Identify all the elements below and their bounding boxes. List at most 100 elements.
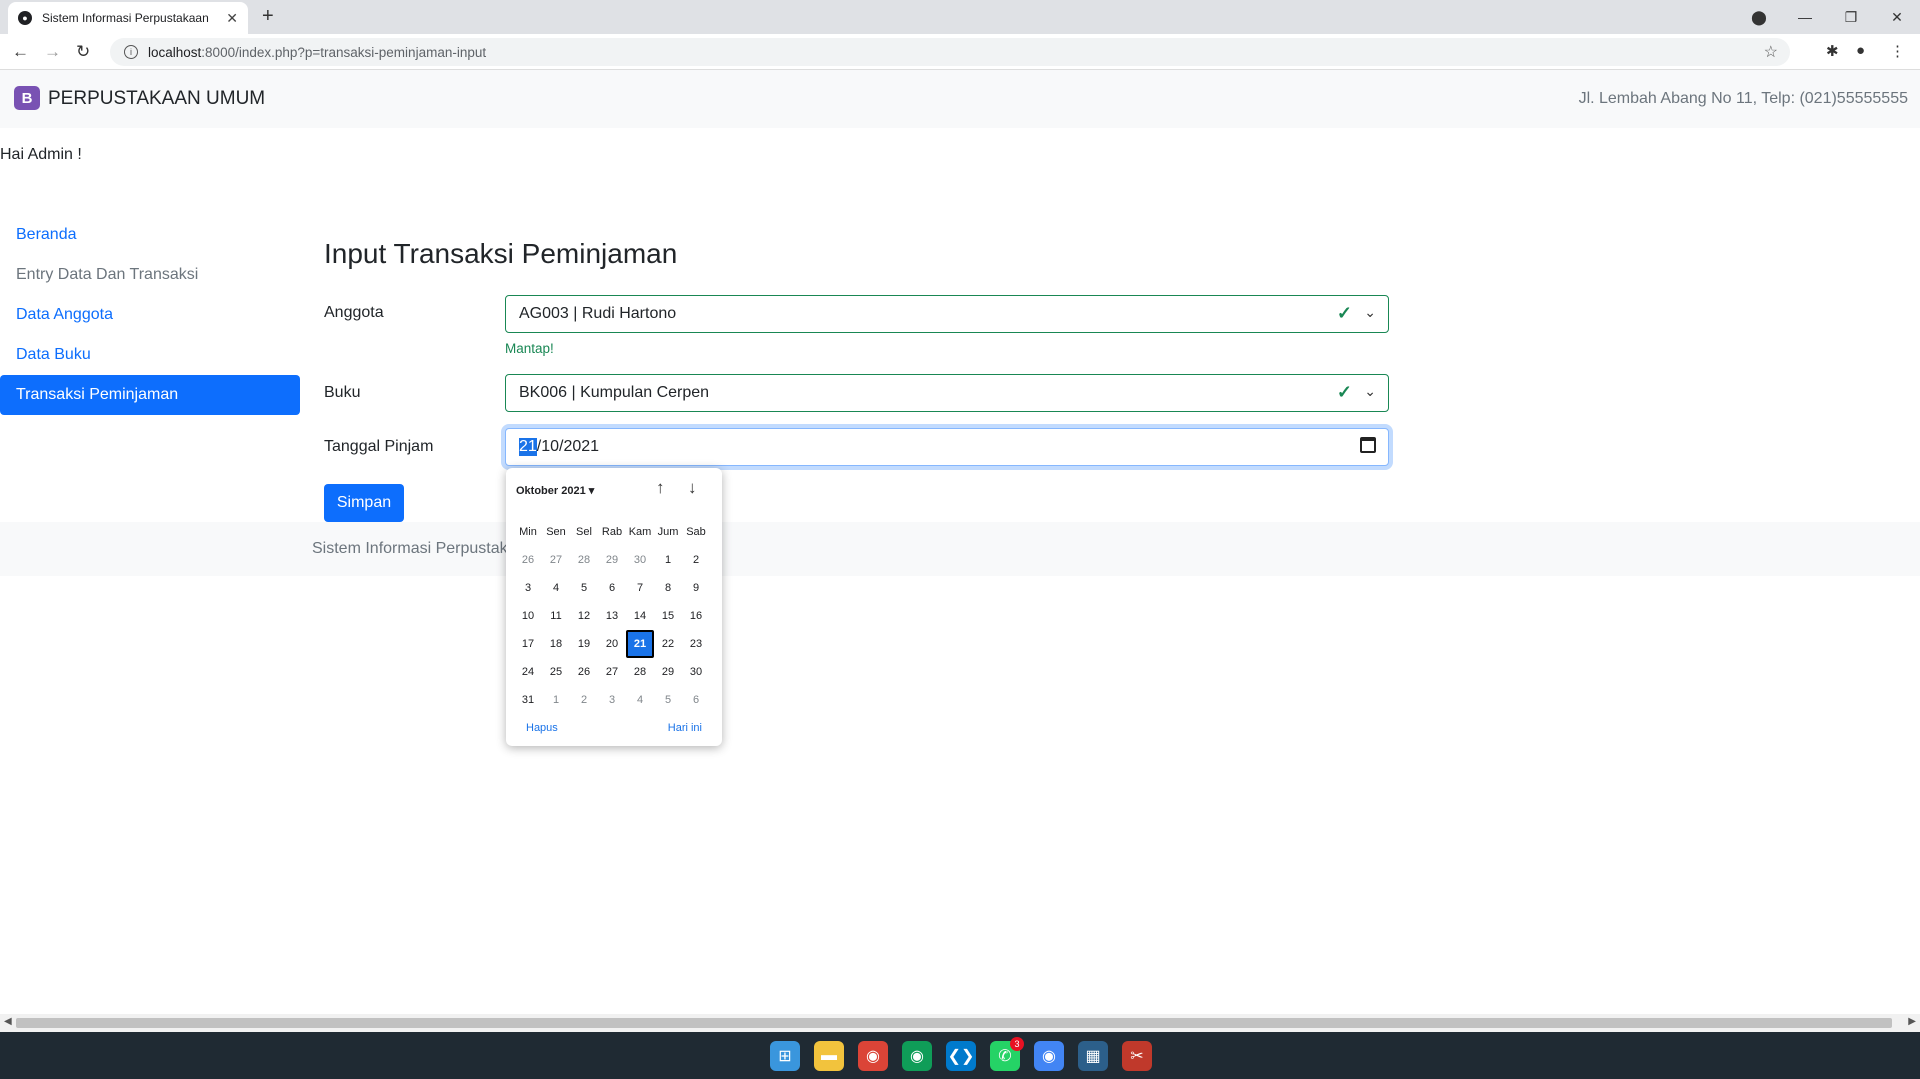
tab-title: Sistem Informasi Perpustakaan <box>42 11 209 25</box>
next-month-arrow-icon[interactable]: ↓ <box>688 478 697 498</box>
menu-kebab-icon[interactable]: ⋮ <box>1890 42 1905 60</box>
calendar-day[interactable]: 15 <box>654 602 682 630</box>
calendar-day[interactable]: 26 <box>570 658 598 686</box>
calendar-day[interactable]: 23 <box>682 630 710 658</box>
sidebar-item-data-anggota[interactable]: Data Anggota <box>0 295 300 335</box>
calendar-day[interactable]: 25 <box>542 658 570 686</box>
month-year-dropdown[interactable]: Oktober 2021 ▾ <box>516 484 594 497</box>
calendar-day[interactable]: 27 <box>542 546 570 574</box>
sidebar-nav: Beranda Entry Data Dan Transaksi Data An… <box>0 215 300 415</box>
simpan-button[interactable]: Simpan <box>324 484 404 522</box>
reload-icon[interactable]: ↻ <box>76 42 90 62</box>
calendar-day[interactable]: 18 <box>542 630 570 658</box>
bootstrap-logo-icon[interactable]: B <box>14 86 40 110</box>
calendar-day[interactable]: 27 <box>598 658 626 686</box>
anggota-select[interactable]: AG003 | Rudi Hartono ✓ ⌄ <box>505 295 1389 333</box>
notification-badge: 3 <box>1010 1037 1024 1051</box>
calendar-day[interactable]: 3 <box>598 686 626 714</box>
snipping-tool-icon[interactable]: ✂ <box>1122 1041 1152 1071</box>
calendar-day[interactable]: 20 <box>598 630 626 658</box>
calendar-day[interactable]: 28 <box>626 658 654 686</box>
restore-button[interactable]: ❐ <box>1828 9 1874 26</box>
window-controls: ⬤ — ❐ ✕ <box>1736 0 1920 34</box>
calendar-day[interactable]: 1 <box>654 546 682 574</box>
calendar-day[interactable]: 30 <box>626 546 654 574</box>
chrome-icon[interactable]: ◉ <box>858 1041 888 1071</box>
profile-dropdown-icon[interactable]: ⬤ <box>1736 9 1782 26</box>
calendar-day[interactable]: 2 <box>570 686 598 714</box>
prev-month-arrow-icon[interactable]: ↑ <box>656 478 665 498</box>
calendar-day[interactable]: 16 <box>682 602 710 630</box>
calendar-day[interactable]: 10 <box>514 602 542 630</box>
minimize-button[interactable]: — <box>1782 9 1828 25</box>
sidebar-item-transaksi-peminjaman[interactable]: Transaksi Peminjaman <box>0 375 300 415</box>
bookmark-star-icon[interactable]: ☆ <box>1764 42 1778 62</box>
site-footer: Sistem Informasi Perpustakaan <box>0 522 1920 576</box>
calendar-day[interactable]: 4 <box>542 574 570 602</box>
calendar-day[interactable]: 1 <box>542 686 570 714</box>
profile-avatar-icon[interactable]: ● <box>1856 42 1865 59</box>
valid-check-icon: ✓ <box>1336 382 1352 402</box>
tanggal-pinjam-input[interactable]: 21/10/2021 <box>505 428 1389 466</box>
github-favicon-icon: ● <box>18 11 32 25</box>
anggota-valid-feedback: Mantap! <box>505 341 554 356</box>
horizontal-scrollbar[interactable]: ◀ ▶ <box>0 1014 1920 1032</box>
forward-arrow-icon[interactable]: → <box>44 42 61 62</box>
calendar-day[interactable]: 8 <box>654 574 682 602</box>
calendar-day[interactable]: 24 <box>514 658 542 686</box>
new-tab-button[interactable]: + <box>262 5 274 28</box>
calendar-day[interactable]: 7 <box>626 574 654 602</box>
terminal-app-icon[interactable]: ▦ <box>1078 1041 1108 1071</box>
calendar-day[interactable]: 5 <box>654 686 682 714</box>
site-info-icon[interactable]: i <box>124 45 138 59</box>
calendar-day[interactable]: 29 <box>654 658 682 686</box>
start-windows-icon[interactable]: ⊞ <box>770 1041 800 1071</box>
vscode-icon[interactable]: ❮❯ <box>946 1041 976 1071</box>
calendar-day[interactable]: 5 <box>570 574 598 602</box>
calendar-day[interactable]: 11 <box>542 602 570 630</box>
valid-check-icon: ✓ <box>1336 303 1352 323</box>
scrollbar-thumb[interactable] <box>16 1018 1892 1028</box>
calendar-day[interactable]: 22 <box>654 630 682 658</box>
site-address: Jl. Lembah Abang No 11, Telp: (021)55555… <box>1578 90 1908 107</box>
file-explorer-icon[interactable]: ▬ <box>814 1041 844 1071</box>
whatsapp-icon[interactable]: ✆ 3 <box>990 1037 1024 1071</box>
calendar-day[interactable]: 13 <box>598 602 626 630</box>
chrome-profile-icon[interactable]: ◉ <box>902 1041 932 1071</box>
calendar-day[interactable]: 30 <box>682 658 710 686</box>
calendar-day[interactable]: 3 <box>514 574 542 602</box>
chrome-secondary-icon[interactable]: ◉ <box>1034 1041 1064 1071</box>
scroll-right-arrow-icon[interactable]: ▶ <box>1908 1016 1916 1027</box>
calendar-day[interactable]: 9 <box>682 574 710 602</box>
date-rest-segment[interactable]: /10/2021 <box>537 438 599 456</box>
date-picker-popup: Oktober 2021 ▾ ↑ ↓ Min Sen Sel Rab Kam Jum Sab… <box>506 468 722 746</box>
calendar-day[interactable]: 4 <box>626 686 654 714</box>
close-window-button[interactable]: ✕ <box>1874 9 1920 26</box>
scroll-left-arrow-icon[interactable]: ◀ <box>4 1016 12 1027</box>
buku-select[interactable]: BK006 | Kumpulan Cerpen ✓ ⌄ <box>505 374 1389 412</box>
calendar-day[interactable]: 31 <box>514 686 542 714</box>
site-brand[interactable]: PERPUSTAKAAN UMUM <box>48 88 265 110</box>
calendar-day[interactable]: 28 <box>570 546 598 574</box>
calendar-day[interactable]: 19 <box>570 630 598 658</box>
calendar-day[interactable]: 14 <box>626 602 654 630</box>
calendar-day[interactable]: 2 <box>682 546 710 574</box>
clear-date-button[interactable]: Hapus <box>526 722 558 734</box>
browser-tab[interactable]: ● Sistem Informasi Perpustakaan ✕ <box>8 2 248 34</box>
calendar-day[interactable]: 21 <box>626 630 654 658</box>
extensions-icon[interactable]: ✱ <box>1826 42 1839 60</box>
calendar-day[interactable]: 26 <box>514 546 542 574</box>
today-button[interactable]: Hari ini <box>668 722 702 734</box>
calendar-day[interactable]: 12 <box>570 602 598 630</box>
calendar-day[interactable]: 17 <box>514 630 542 658</box>
date-day-segment[interactable]: 21 <box>519 438 537 456</box>
calendar-day[interactable]: 29 <box>598 546 626 574</box>
sidebar-item-data-buku[interactable]: Data Buku <box>0 335 300 375</box>
url-input[interactable]: i localhost:8000/index.php?p=transaksi-p… <box>110 38 1790 66</box>
tab-close-icon[interactable]: ✕ <box>226 10 238 27</box>
calendar-day[interactable]: 6 <box>598 574 626 602</box>
back-arrow-icon[interactable]: ← <box>12 42 29 62</box>
calendar-day[interactable]: 6 <box>682 686 710 714</box>
sidebar-item-beranda[interactable]: Beranda <box>0 215 300 255</box>
calendar-icon[interactable] <box>1360 437 1376 453</box>
